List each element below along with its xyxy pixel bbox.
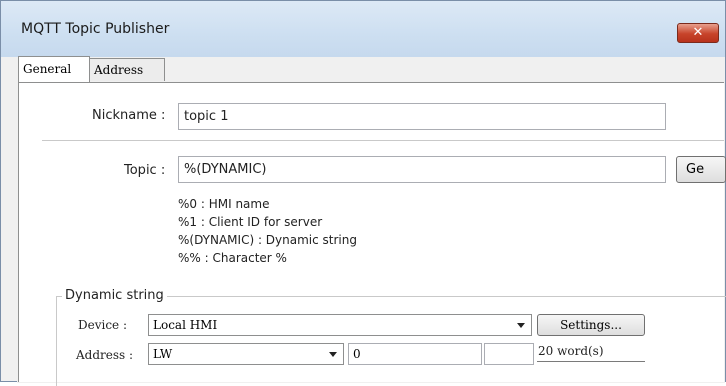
title-bar[interactable]: MQTT Topic Publisher ✕ bbox=[1, 1, 725, 57]
device-select[interactable]: Local HMI bbox=[148, 314, 532, 336]
chevron-down-icon bbox=[329, 352, 337, 357]
hint-dynamic-string: %(DYNAMIC) : Dynamic string bbox=[178, 233, 357, 247]
divider bbox=[42, 140, 724, 141]
address-type-value: LW bbox=[153, 347, 173, 361]
topic-generate-button[interactable]: Ge bbox=[676, 156, 726, 183]
window-title: MQTT Topic Publisher bbox=[21, 21, 170, 37]
address-index-field[interactable] bbox=[484, 343, 534, 365]
length-label: 20 word(s) bbox=[538, 344, 604, 358]
hint-hmi-name: %0 : HMI name bbox=[178, 197, 270, 211]
address-value-field[interactable]: 0 bbox=[348, 343, 482, 365]
topic-label: Topic : bbox=[124, 163, 166, 178]
hint-client-id: %1 : Client ID for server bbox=[178, 215, 323, 229]
close-button[interactable]: ✕ bbox=[677, 23, 719, 43]
topic-field[interactable]: %(DYNAMIC) bbox=[178, 156, 666, 183]
close-icon: ✕ bbox=[692, 25, 704, 40]
nickname-field[interactable]: topic 1 bbox=[178, 103, 666, 130]
device-select-value: Local HMI bbox=[153, 318, 218, 332]
settings-button[interactable]: Settings... bbox=[537, 314, 645, 336]
address-label: Address : bbox=[76, 348, 134, 362]
chevron-down-icon bbox=[517, 323, 525, 328]
hint-character-percent: %% : Character % bbox=[178, 251, 287, 265]
tab-address[interactable]: Address bbox=[89, 58, 165, 81]
dynamic-string-group-title: Dynamic string bbox=[62, 288, 167, 303]
dynamic-string-group bbox=[56, 296, 726, 386]
address-type-select[interactable]: LW bbox=[148, 343, 344, 365]
tab-general[interactable]: General bbox=[18, 56, 90, 82]
length-underline bbox=[537, 361, 645, 362]
nickname-label: Nickname : bbox=[92, 108, 166, 123]
device-label: Device : bbox=[78, 318, 128, 332]
